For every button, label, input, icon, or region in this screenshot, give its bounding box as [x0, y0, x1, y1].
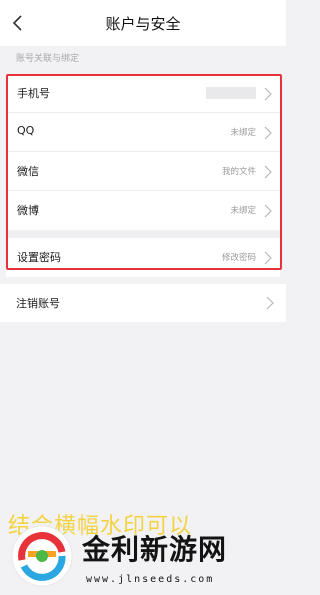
row-label-phone: 手机号 — [17, 87, 50, 100]
chevron-right-icon — [264, 165, 272, 179]
chevron-right-icon — [264, 87, 272, 101]
watermark-logo: 金利新游网 www.jlnseeds.com — [8, 522, 278, 592]
chevron-right-icon — [264, 126, 272, 140]
row-label-weibo: 微博 — [17, 204, 39, 217]
linked-accounts-group: 手机号 QQ 未绑定 微信 我的文件 微博 未绑定 — [6, 74, 280, 230]
chevron-right-icon — [264, 204, 272, 218]
row-label-password: 设置密码 — [17, 251, 61, 264]
brand-name: 金利新游网 — [82, 533, 228, 566]
row-label-cancel: 注销账号 — [16, 297, 60, 310]
row-value-qq: 未绑定 — [230, 128, 256, 138]
password-group: 设置密码 修改密码 — [6, 238, 280, 277]
row-value-weibo: 未绑定 — [230, 206, 256, 216]
brand-logo-icon — [11, 525, 73, 587]
phone-number-masked — [206, 87, 256, 99]
chevron-right-icon — [264, 251, 272, 265]
row-qq[interactable]: QQ 未绑定 — [6, 113, 280, 152]
row-wechat[interactable]: 微信 我的文件 — [6, 152, 280, 191]
row-value-wechat: 我的文件 — [221, 167, 256, 177]
brand-url: www.jlnseeds.com — [86, 574, 215, 585]
row-label-qq: QQ — [17, 124, 35, 137]
top-bar: 账户与安全 — [0, 0, 286, 46]
row-label-wechat: 微信 — [17, 165, 39, 178]
row-weibo[interactable]: 微博 未绑定 — [6, 191, 280, 230]
row-value-password: 修改密码 — [221, 253, 256, 263]
page-title: 账户与安全 — [105, 15, 181, 33]
group-divider — [8, 231, 280, 238]
chevron-right-icon — [266, 296, 274, 310]
row-set-password[interactable]: 设置密码 修改密码 — [6, 238, 280, 277]
row-phone[interactable]: 手机号 — [6, 74, 280, 113]
section-header: 账号关联与绑定 — [16, 54, 80, 64]
row-cancel-account[interactable]: 注销账号 — [0, 284, 286, 322]
